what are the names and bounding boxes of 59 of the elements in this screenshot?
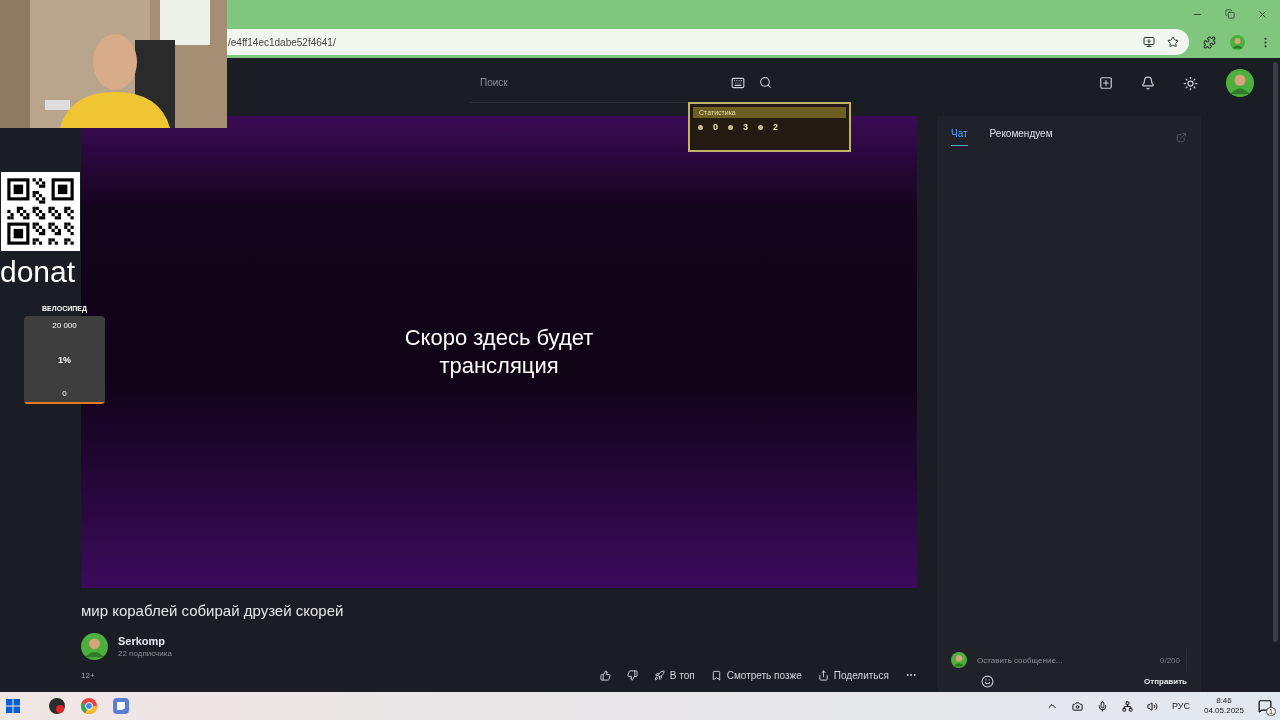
send-button[interactable]: Отправить <box>1144 677 1187 686</box>
search-field[interactable]: Поиск <box>478 76 717 89</box>
address-bar[interactable]: /e4ff14ec1dabe52f4641/ <box>227 29 1189 55</box>
extensions-icon[interactable] <box>1203 35 1216 49</box>
app-icon[interactable] <box>48 697 66 715</box>
stat-value: 2 <box>773 122 779 132</box>
mic-icon[interactable] <box>1096 700 1108 712</box>
goal-current: 0 <box>62 389 67 398</box>
donate-label: donat <box>0 254 76 290</box>
sun-icon[interactable] <box>1183 75 1198 91</box>
camera-icon[interactable] <box>1071 700 1083 712</box>
channel-name[interactable]: Serkomp <box>118 635 172 647</box>
rocket-icon <box>653 669 665 681</box>
age-rating: 12+ <box>81 670 95 680</box>
channel-avatar <box>81 633 108 660</box>
character-counter: 0/200 <box>1159 655 1180 665</box>
stat-dot-icon <box>698 124 703 130</box>
stat-value: 3 <box>743 122 749 132</box>
install-icon[interactable] <box>1143 36 1155 48</box>
language-indicator[interactable]: РУС <box>1171 701 1190 711</box>
volume-icon[interactable] <box>1146 700 1158 712</box>
dislike-button[interactable] <box>626 669 638 681</box>
stream-placeholder-text: Скоро здесь будет трансляция <box>403 324 595 380</box>
browser-icon[interactable] <box>80 697 98 715</box>
stat-dot-icon <box>758 124 764 130</box>
smiley-icon[interactable] <box>981 675 994 688</box>
scrollbar[interactable] <box>1273 62 1278 642</box>
bookmark-star-icon[interactable] <box>1167 36 1179 48</box>
chat-tab[interactable]: Чат <box>951 128 968 146</box>
add-icon[interactable] <box>1099 76 1113 90</box>
like-button[interactable] <box>599 669 611 681</box>
stat-dot-icon <box>728 124 733 130</box>
messenger-icon[interactable] <box>112 697 130 715</box>
windows-start-icon[interactable] <box>6 699 20 713</box>
goal-target: 20 000 <box>52 321 77 330</box>
search-icon[interactable] <box>759 76 772 89</box>
chat-avatar <box>951 652 967 668</box>
stat-value: 0 <box>713 122 718 132</box>
share-icon <box>817 669 829 681</box>
top-button[interactable]: В топ <box>653 669 695 681</box>
thumbs-up-icon <box>599 669 611 681</box>
user-avatar <box>1226 69 1254 97</box>
bookmark-icon <box>710 669 722 681</box>
restore-icon[interactable] <box>1225 9 1235 19</box>
keyboard-icon[interactable] <box>731 75 745 90</box>
close-icon[interactable] <box>1257 8 1268 20</box>
thumbs-down-icon <box>626 669 638 681</box>
clock[interactable]: 8:46 04.05.2025 <box>1203 696 1244 716</box>
profile-avatar <box>1230 34 1245 50</box>
share-button[interactable]: Поделиться <box>817 669 889 681</box>
subscriber-count: 22 подписчика <box>118 649 172 658</box>
notifications-icon[interactable] <box>1258 699 1272 713</box>
network-icon[interactable] <box>1121 700 1133 712</box>
message-field[interactable]: Оставить сообщение... <box>975 654 1160 666</box>
goal-percent: 1% <box>58 354 71 365</box>
bell-icon[interactable] <box>1141 76 1155 90</box>
stream-title: мир кораблей собирай друзей скорей <box>81 602 345 619</box>
chat-tab[interactable]: Рекомендуем <box>989 128 1053 146</box>
watch-later-button[interactable]: Смотреть позже <box>710 669 802 681</box>
